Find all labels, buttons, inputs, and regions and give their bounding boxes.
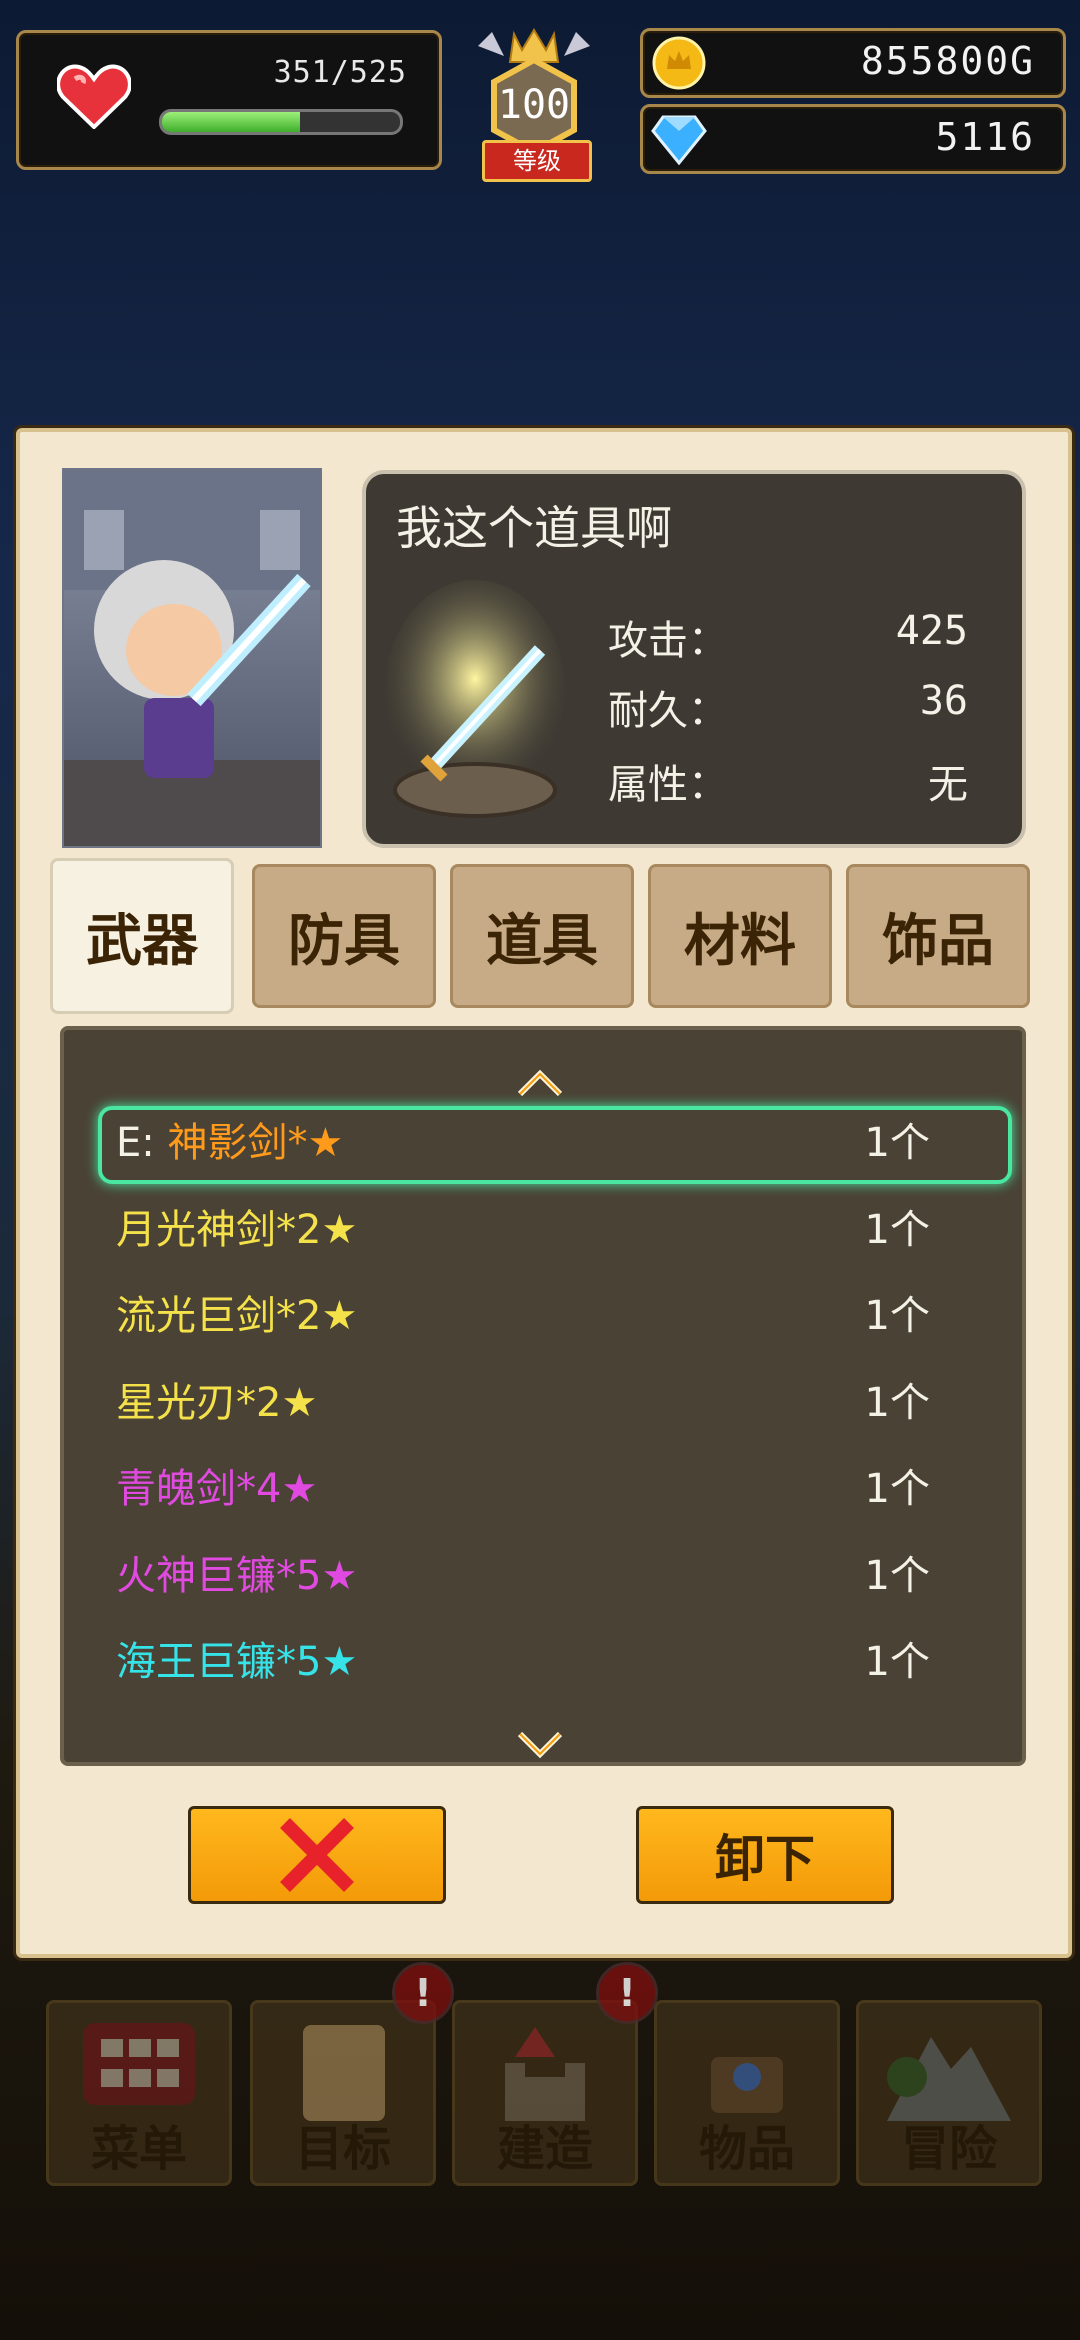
menu-button-menu[interactable]: 菜单 <box>46 2000 232 2186</box>
tab-materials[interactable]: 材料 <box>648 864 832 1008</box>
equipped-prefix: E: <box>116 1120 168 1166</box>
menu-button-adventure[interactable]: 冒险 <box>856 2000 1042 2186</box>
menu-label-adventure: 冒险 <box>900 2121 997 2177</box>
item-name-text: 月光神剑*2★ <box>116 1206 358 1253</box>
hp-bar-fill <box>162 112 301 132</box>
tab-accessories[interactable]: 饰品 <box>846 864 1030 1008</box>
item-name-text: 火神巨镰*5★ <box>116 1552 358 1599</box>
close-x-icon <box>280 1818 354 1892</box>
list-item-name: 流光巨剑*2★ <box>116 1281 357 1351</box>
stat-attack-label: 攻击： <box>608 618 728 664</box>
gold-panel: 855800G <box>640 28 1066 98</box>
scroll-down-icon[interactable] <box>516 1730 564 1760</box>
menu-label-items: 物品 <box>698 2121 795 2177</box>
item-name-text: 海王巨镰*5★ <box>116 1639 358 1685</box>
list-item-name: 海王巨镰*5★ <box>116 1627 357 1697</box>
list-item-name: 火神巨镰*5★ <box>116 1541 357 1611</box>
item-name-text: 星光刃*2★ <box>116 1379 318 1426</box>
list-item-name: 星光刃*2★ <box>116 1368 317 1438</box>
character-portrait <box>62 468 322 848</box>
list-item-name: E: 神影剑*★ <box>116 1108 343 1178</box>
list-item[interactable]: 青魄剑*4★ 1个 <box>56 1454 986 1524</box>
tab-items[interactable]: 道具 <box>450 864 634 1008</box>
hp-bar <box>159 109 403 135</box>
list-item[interactable]: 月光神剑*2★ 1个 <box>56 1195 986 1265</box>
unequip-button[interactable]: 卸下 <box>636 1806 894 1904</box>
stat-attribute-label: 属性： <box>608 762 728 808</box>
stat-attribute-value: 无 <box>928 762 968 808</box>
gem-amount: 5116 <box>935 115 1035 159</box>
list-item-name: 青魄剑*4★ <box>116 1454 317 1524</box>
grid-menu-icon <box>83 2023 195 2105</box>
list-item[interactable]: E: 神影剑*★ 1个 <box>56 1108 986 1178</box>
gold-amount: 855800G <box>860 39 1035 83</box>
menu-label-menu: 菜单 <box>90 2121 187 2177</box>
stat-durability-value: 36 <box>919 678 968 724</box>
item-name-text: 神影剑*★ <box>167 1120 344 1166</box>
list-item-count: 1个 <box>864 1120 930 1166</box>
menu-button-quest[interactable]: 目标 <box>250 2000 436 2186</box>
list-item-count: 1个 <box>864 1466 930 1512</box>
gem-panel: 5116 <box>640 104 1066 174</box>
stat-attack-value: 425 <box>895 608 968 654</box>
list-item[interactable]: 流光巨剑*2★ 1个 <box>56 1281 986 1351</box>
item-detail-title: 我这个道具啊 <box>396 501 672 555</box>
build-alert-icon: ! <box>596 1962 658 2024</box>
item-name-text: 青魄剑*4★ <box>116 1466 318 1512</box>
unequip-label: 卸下 <box>715 1830 815 1888</box>
gold-coin-icon <box>652 36 706 90</box>
scroll-up-icon[interactable] <box>516 1068 564 1098</box>
list-item-count: 1个 <box>864 1206 930 1253</box>
menu-button-items[interactable]: 物品 <box>654 2000 840 2186</box>
menu-label-quest: 目标 <box>294 2121 391 2177</box>
list-item-count: 1个 <box>864 1379 930 1426</box>
level-label: 等级 <box>482 140 592 182</box>
item-name-text: 流光巨剑*2★ <box>116 1293 358 1339</box>
list-item[interactable]: 火神巨镰*5★ 1个 <box>56 1541 986 1611</box>
diamond-icon <box>651 115 707 165</box>
list-item-count: 1个 <box>864 1293 930 1339</box>
heart-icon <box>57 64 131 129</box>
list-item-count: 1个 <box>864 1639 930 1685</box>
tab-armor[interactable]: 防具 <box>252 864 436 1008</box>
hp-value: 351/525 <box>273 55 407 90</box>
list-item[interactable]: 星光刃*2★ 1个 <box>56 1368 986 1438</box>
sword-item-icon <box>385 580 565 818</box>
close-button[interactable] <box>188 1806 446 1904</box>
quest-alert-icon: ! <box>392 1962 454 2024</box>
list-item-count: 1个 <box>864 1552 930 1599</box>
stat-durability-label: 耐久： <box>608 688 728 734</box>
level-number: 100 <box>497 82 571 128</box>
menu-label-build: 建造 <box>496 2121 593 2177</box>
list-item-name: 月光神剑*2★ <box>116 1195 357 1265</box>
tab-weapons[interactable]: 武器 <box>50 858 234 1014</box>
hp-panel: 351/525 <box>16 30 442 170</box>
menu-button-build[interactable]: 建造 <box>452 2000 638 2186</box>
list-item[interactable]: 海王巨镰*5★ 1个 <box>56 1627 986 1697</box>
